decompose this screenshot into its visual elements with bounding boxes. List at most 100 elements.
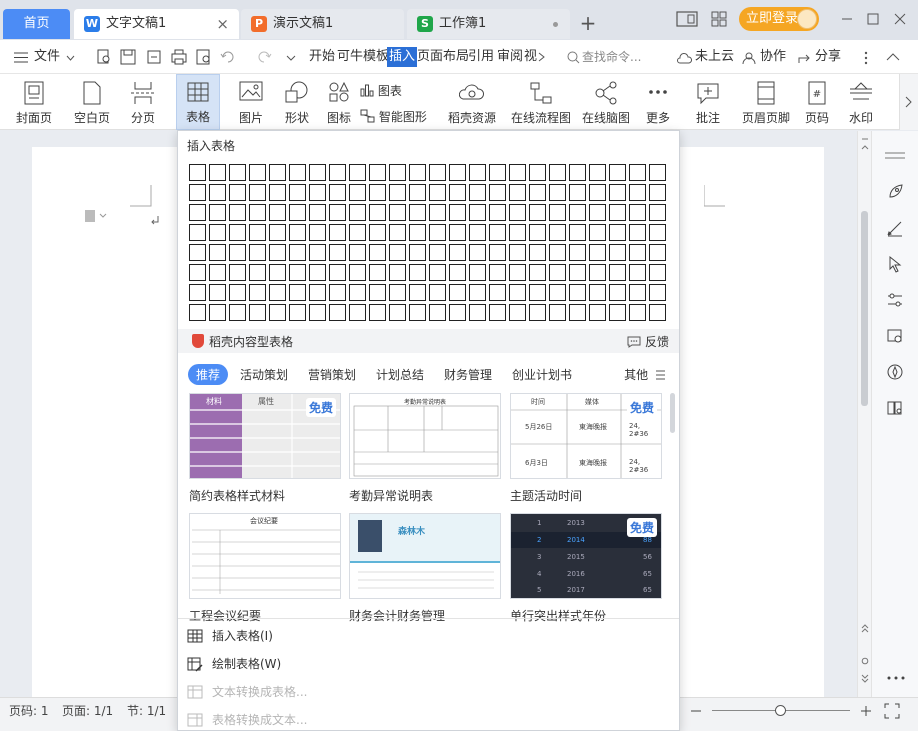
table-grid-cell[interactable]: [609, 204, 626, 221]
maximize-icon[interactable]: [866, 12, 880, 26]
redo-icon[interactable]: [255, 48, 273, 66]
table-grid-cell[interactable]: [229, 304, 246, 321]
category-event-planning[interactable]: 活动策划: [240, 366, 288, 383]
menu-scroll-right-icon[interactable]: [538, 52, 546, 62]
preview-icon[interactable]: [195, 48, 213, 66]
table-grid-cell[interactable]: [229, 164, 246, 181]
table-grid-cell[interactable]: [329, 304, 346, 321]
table-grid-cell[interactable]: [369, 264, 386, 281]
zoom-out-icon[interactable]: [690, 705, 702, 717]
table-grid-cell[interactable]: [209, 264, 226, 281]
table-grid-cell[interactable]: [469, 204, 486, 221]
table-grid-cell[interactable]: [589, 184, 606, 201]
table-grid-cell[interactable]: [649, 164, 666, 181]
category-marketing[interactable]: 营销策划: [308, 366, 356, 383]
table-grid-cell[interactable]: [249, 304, 266, 321]
table-grid-cell[interactable]: [409, 284, 426, 301]
table-grid-cell[interactable]: [409, 244, 426, 261]
table-grid-cell[interactable]: [569, 164, 586, 181]
table-grid-cell[interactable]: [249, 264, 266, 281]
table-grid-cell[interactable]: [469, 244, 486, 261]
table-grid-cell[interactable]: [349, 304, 366, 321]
table-grid-cell[interactable]: [449, 224, 466, 241]
table-grid-cell[interactable]: [269, 164, 286, 181]
table-grid-cell[interactable]: [609, 224, 626, 241]
table-grid-cell[interactable]: [249, 164, 266, 181]
ribbon-scroll-right[interactable]: [899, 74, 918, 130]
table-grid-cell[interactable]: [429, 244, 446, 261]
category-recommended[interactable]: 推荐: [188, 364, 229, 385]
comment-button[interactable]: 批注: [688, 74, 728, 130]
table-grid-cell[interactable]: [549, 184, 566, 201]
scroll-up-icon[interactable]: [861, 137, 869, 155]
table-grid-cell[interactable]: [489, 304, 506, 321]
table-grid-cell[interactable]: [389, 304, 406, 321]
table-grid-cell[interactable]: [249, 224, 266, 241]
table-grid-cell[interactable]: [229, 244, 246, 261]
table-grid-cell[interactable]: [189, 264, 206, 281]
table-grid-cell[interactable]: [269, 304, 286, 321]
customize-quick-access-icon[interactable]: [282, 48, 300, 66]
table-grid-cell[interactable]: [389, 244, 406, 261]
table-grid-cell[interactable]: [609, 264, 626, 281]
table-grid-cell[interactable]: [369, 284, 386, 301]
template-card-highlight-year[interactable]: 1 2013 2 2014 88 3 2015 56 4 2016 65 5 2…: [510, 513, 662, 599]
template-card-attendance[interactable]: 考勤异常说明表: [349, 393, 501, 479]
zoom-slider-thumb[interactable]: [775, 705, 786, 716]
table-grid-cell[interactable]: [369, 244, 386, 261]
table-grid-cell[interactable]: [349, 264, 366, 281]
table-grid-cell[interactable]: [509, 304, 526, 321]
table-grid-cell[interactable]: [629, 264, 646, 281]
table-grid-cell[interactable]: [189, 164, 206, 181]
smart-art-button[interactable]: 智能图形: [360, 108, 427, 125]
table-grid-cell[interactable]: [509, 164, 526, 181]
table-grid-cell[interactable]: [229, 264, 246, 281]
table-grid-cell[interactable]: [349, 284, 366, 301]
table-grid-cell[interactable]: [309, 204, 326, 221]
table-grid-cell[interactable]: [429, 184, 446, 201]
table-grid-cell[interactable]: [389, 284, 406, 301]
table-grid-cell[interactable]: [469, 284, 486, 301]
table-grid-cell[interactable]: [609, 304, 626, 321]
share-button[interactable]: 分享: [815, 40, 841, 74]
close-window-icon[interactable]: [893, 12, 907, 26]
table-grid-cell[interactable]: [209, 284, 226, 301]
table-grid-cell[interactable]: [649, 264, 666, 281]
table-grid-cell[interactable]: [609, 284, 626, 301]
cloud-status[interactable]: 未上云: [695, 40, 734, 74]
table-grid-cell[interactable]: [569, 284, 586, 301]
table-grid-cell[interactable]: [449, 244, 466, 261]
table-grid-cell[interactable]: [269, 184, 286, 201]
shape-button[interactable]: 形状: [276, 74, 318, 130]
table-grid-cell[interactable]: [449, 184, 466, 201]
table-grid-cell[interactable]: [529, 284, 546, 301]
table-grid-cell[interactable]: [649, 184, 666, 201]
menu-insert[interactable]: 插入: [387, 47, 418, 67]
template-list-scrollbar[interactable]: [670, 393, 675, 433]
table-grid-cell[interactable]: [469, 304, 486, 321]
new-tab-button[interactable]: +: [578, 9, 598, 39]
table-grid-cell[interactable]: [309, 264, 326, 281]
table-grid-cell[interactable]: [189, 204, 206, 221]
table-grid-cell[interactable]: [289, 204, 306, 221]
table-grid-cell[interactable]: [269, 244, 286, 261]
table-grid-cell[interactable]: [649, 204, 666, 221]
login-button[interactable]: 立即登录: [739, 7, 819, 31]
table-grid-cell[interactable]: [589, 264, 606, 281]
online-flowchart-button[interactable]: 在线流程图: [508, 74, 574, 130]
template-name[interactable]: 主题活动时间: [510, 487, 582, 504]
table-grid-cell[interactable]: [189, 224, 206, 241]
table-grid-cell[interactable]: [309, 244, 326, 261]
table-grid-cell[interactable]: [369, 164, 386, 181]
table-grid-cell[interactable]: [389, 184, 406, 201]
table-grid-cell[interactable]: [649, 244, 666, 261]
table-grid-cell[interactable]: [609, 184, 626, 201]
table-grid-cell[interactable]: [489, 244, 506, 261]
table-size-grid[interactable]: [189, 164, 669, 324]
table-grid-cell[interactable]: [309, 284, 326, 301]
table-grid-cell[interactable]: [269, 264, 286, 281]
table-grid-cell[interactable]: [529, 244, 546, 261]
table-grid-cell[interactable]: [389, 224, 406, 241]
page-break-button[interactable]: 分页: [122, 74, 164, 130]
table-grid-cell[interactable]: [629, 244, 646, 261]
